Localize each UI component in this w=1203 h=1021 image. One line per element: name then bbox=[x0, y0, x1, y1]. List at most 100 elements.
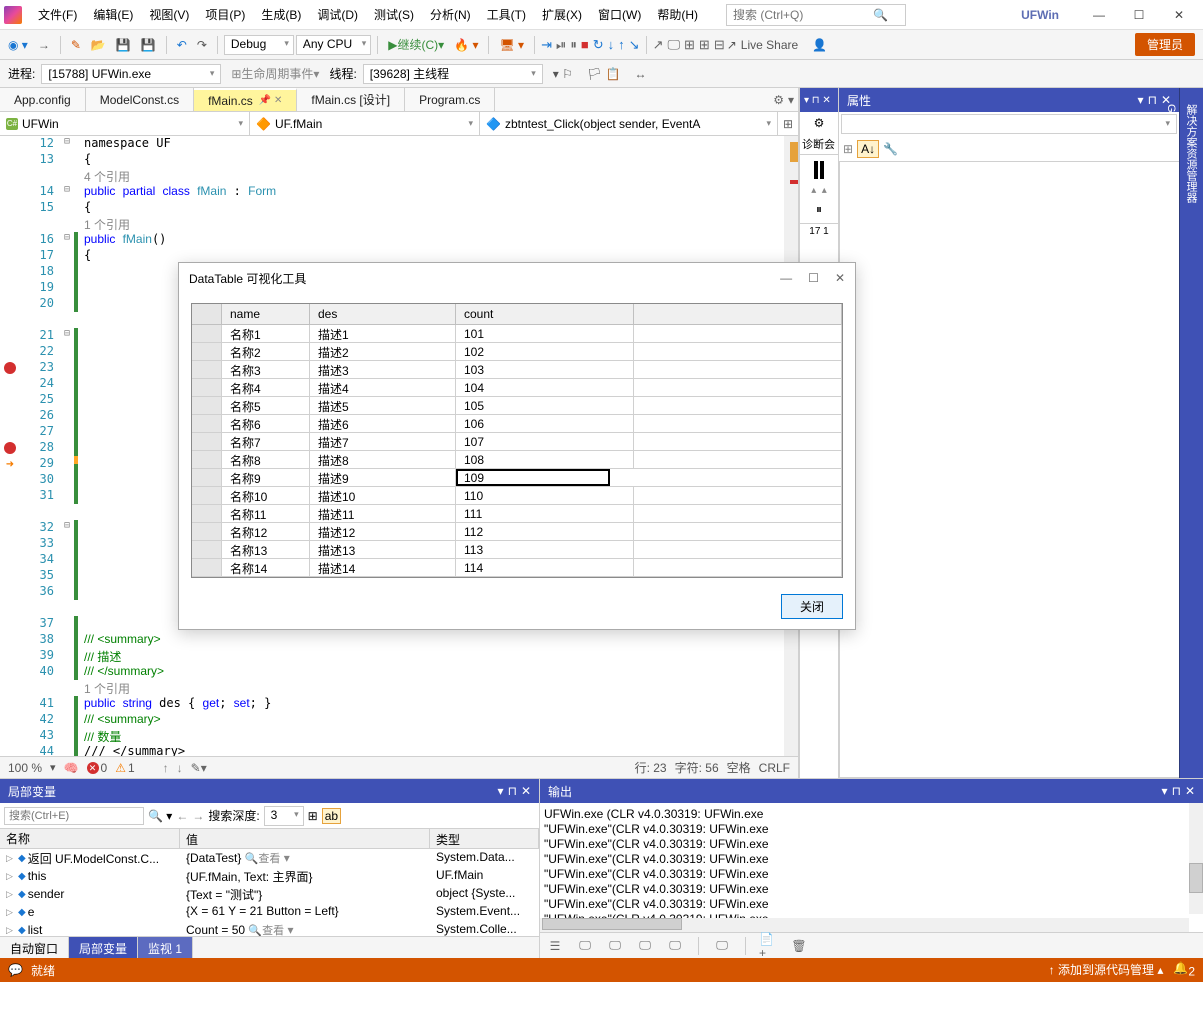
breakpoint-gutter[interactable] bbox=[0, 744, 20, 756]
panel-pin-icon[interactable]: ⊓ bbox=[1148, 93, 1157, 107]
datatable-grid[interactable]: name des count 名称1描述1101名称2描述2102名称3描述31… bbox=[191, 303, 843, 578]
cell-count[interactable]: 101 bbox=[456, 325, 634, 342]
platform-dropdown[interactable]: Any CPU bbox=[296, 35, 371, 55]
code-text[interactable] bbox=[78, 504, 84, 520]
tab-locals[interactable]: 局部变量 bbox=[69, 937, 138, 958]
intellisense-icon[interactable]: 🧠 bbox=[64, 761, 79, 775]
continue-button[interactable]: ▶ 继续(C) ▾ bbox=[384, 34, 448, 55]
code-line[interactable]: 15 { bbox=[0, 200, 784, 216]
panel-pin-icon[interactable]: ⊓ bbox=[508, 784, 517, 798]
grid-corner[interactable] bbox=[192, 304, 222, 324]
row-header[interactable] bbox=[192, 343, 222, 360]
tool-icon[interactable]: 🖵 bbox=[667, 37, 680, 53]
menu-extensions[interactable]: 扩展(X) bbox=[534, 2, 590, 27]
maximize-button[interactable]: ☐ bbox=[1119, 2, 1159, 28]
breakpoint-gutter[interactable] bbox=[0, 392, 20, 408]
zoom-level[interactable]: 100 % bbox=[8, 761, 42, 775]
code-text[interactable]: 1 个引用 bbox=[78, 680, 130, 696]
panel-dropdown-icon[interactable]: ▾ bbox=[1162, 784, 1168, 798]
code-line[interactable]: 4 个引用 bbox=[0, 168, 784, 184]
row-header[interactable] bbox=[192, 325, 222, 342]
props-object-dropdown[interactable] bbox=[841, 114, 1177, 134]
output-tool-icon[interactable]: 🖵 bbox=[604, 936, 626, 956]
grid-row[interactable]: 名称12描述12112 bbox=[192, 523, 842, 541]
menu-test[interactable]: 测试(S) bbox=[366, 2, 422, 27]
code-text[interactable]: /// 数量 bbox=[78, 728, 121, 744]
breakpoint-gutter[interactable] bbox=[0, 376, 20, 392]
live-share[interactable]: ↗ Live Share bbox=[727, 38, 798, 52]
row-header[interactable] bbox=[192, 415, 222, 432]
indent-mode[interactable]: 空格 bbox=[727, 759, 751, 776]
cell-name[interactable]: 名称4 bbox=[222, 379, 310, 396]
breakpoint-gutter[interactable] bbox=[0, 216, 20, 232]
tool-icon[interactable]: ⊟ bbox=[714, 37, 725, 53]
grid-row[interactable]: 名称5描述5105 bbox=[192, 397, 842, 415]
breakpoint-gutter[interactable] bbox=[0, 344, 20, 360]
close-button[interactable]: ✕ bbox=[1159, 2, 1199, 28]
breakpoint-gutter[interactable] bbox=[0, 552, 20, 568]
tab-program[interactable]: Program.cs bbox=[405, 88, 495, 111]
code-text[interactable]: { bbox=[78, 200, 91, 216]
cell-count[interactable]: 107 bbox=[456, 433, 634, 450]
code-line[interactable]: 13{ bbox=[0, 152, 784, 168]
cell-des[interactable]: 描述12 bbox=[310, 523, 456, 540]
code-line[interactable]: 16⊟ public fMain() bbox=[0, 232, 784, 248]
close-button[interactable]: 关闭 bbox=[781, 594, 843, 619]
code-line[interactable]: 44 /// </summary> bbox=[0, 744, 784, 756]
cell-count[interactable]: 112 bbox=[456, 523, 634, 540]
code-text[interactable] bbox=[78, 344, 84, 360]
tab-autos[interactable]: 自动窗口 bbox=[0, 937, 69, 958]
config-dropdown[interactable]: Debug bbox=[224, 35, 294, 55]
code-text[interactable] bbox=[78, 312, 84, 328]
nav-back-icon[interactable]: ◉ ▾ bbox=[4, 36, 32, 54]
code-line[interactable]: 1 个引用 bbox=[0, 680, 784, 696]
code-text[interactable] bbox=[78, 440, 84, 456]
props-icon[interactable]: 🔧 bbox=[883, 142, 898, 156]
tab-settings-icon[interactable]: ⚙ bbox=[773, 93, 784, 107]
cell-name[interactable]: 名称10 bbox=[222, 487, 310, 504]
cell-des[interactable]: 描述1 bbox=[310, 325, 456, 342]
thread-tool-icon[interactable]: ▾ ⚐ bbox=[549, 65, 577, 83]
grid-row[interactable]: 名称8描述8108 bbox=[192, 451, 842, 469]
code-text[interactable]: /// <summary> bbox=[78, 712, 161, 728]
code-text[interactable]: { bbox=[78, 152, 91, 168]
col-des[interactable]: des bbox=[310, 304, 456, 324]
tab-overflow-icon[interactable]: ▾ bbox=[788, 93, 794, 107]
stack-frame-icon[interactable]: 🏳 📋 bbox=[583, 65, 625, 83]
pause-icon[interactable]: ⏸ bbox=[800, 196, 838, 223]
row-header[interactable] bbox=[192, 505, 222, 522]
code-text[interactable]: 4 个引用 bbox=[78, 168, 130, 184]
panel-close-icon[interactable]: ✕ bbox=[1185, 784, 1195, 798]
locals-row[interactable]: ▷◆ sender{Text = "测试"}object {Syste... bbox=[0, 885, 539, 903]
code-text[interactable]: 1 个引用 bbox=[78, 216, 130, 232]
code-text[interactable]: /// </summary> bbox=[78, 664, 164, 680]
code-line[interactable]: 42 /// <summary> bbox=[0, 712, 784, 728]
categorized-icon[interactable]: ⊞ bbox=[843, 142, 853, 156]
redo-icon[interactable]: ↷ bbox=[193, 36, 211, 54]
breakpoint-gutter[interactable] bbox=[0, 600, 20, 616]
grid-row[interactable]: 名称10描述10110 bbox=[192, 487, 842, 505]
grid-row[interactable]: 名称13描述13113 bbox=[192, 541, 842, 559]
row-header[interactable] bbox=[192, 379, 222, 396]
menu-view[interactable]: 视图(V) bbox=[141, 2, 197, 27]
step-out-icon[interactable]: ↑ bbox=[618, 37, 625, 52]
output-text[interactable]: UFWin.exe (CLR v4.0.30319: UFWin.exe"UFW… bbox=[540, 803, 1203, 932]
fold-toggle[interactable]: ⊟ bbox=[60, 136, 74, 152]
breakpoint-gutter[interactable] bbox=[0, 312, 20, 328]
breakpoint-gutter[interactable] bbox=[0, 424, 20, 440]
output-tool-icon[interactable]: ☰ bbox=[544, 936, 566, 956]
tool-icon[interactable]: ab bbox=[322, 808, 341, 824]
git-changes-tab[interactable]: Git 更改 bbox=[1161, 96, 1181, 770]
cell-count[interactable]: 111 bbox=[456, 505, 634, 522]
code-line[interactable]: 14⊟ public partial class fMain : Form bbox=[0, 184, 784, 200]
breakpoint-gutter[interactable] bbox=[0, 488, 20, 504]
new-project-icon[interactable]: ✎ bbox=[67, 36, 85, 54]
breakpoint-gutter[interactable] bbox=[0, 200, 20, 216]
settings-icon[interactable]: ⚙ bbox=[814, 116, 825, 130]
error-count[interactable]: ✕0 bbox=[87, 761, 108, 775]
cell-count[interactable]: 105 bbox=[456, 397, 634, 414]
col-type[interactable]: 类型 bbox=[430, 829, 539, 848]
breakpoint-gutter[interactable] bbox=[0, 520, 20, 536]
pause-icon[interactable]: ⏸ bbox=[570, 37, 577, 53]
panel-dropdown-icon[interactable]: ▾ bbox=[498, 784, 504, 798]
